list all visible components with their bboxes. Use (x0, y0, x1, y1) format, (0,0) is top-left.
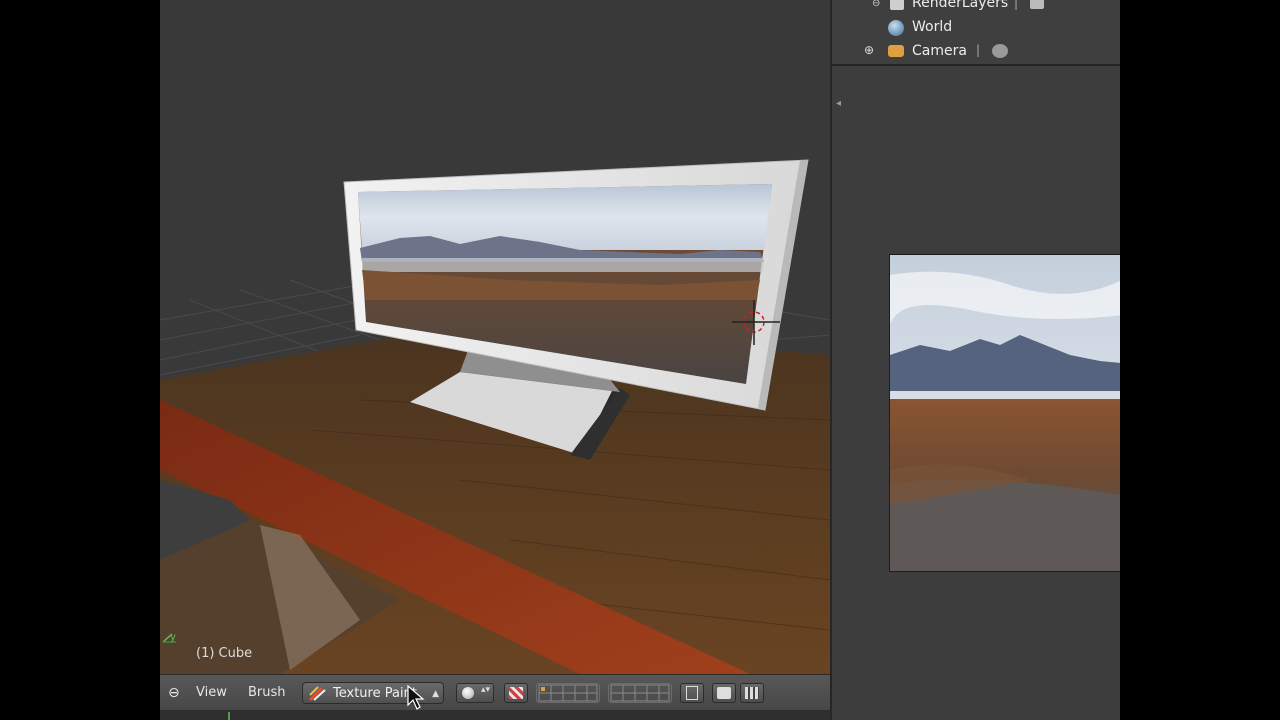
outliner-item-label: Camera (912, 43, 967, 59)
outliner-item-renderlayers[interactable]: ⊖ RenderLayers | (832, 0, 1120, 16)
view-menu[interactable]: View (196, 682, 227, 704)
mouse-cursor-icon (407, 685, 425, 710)
render-button[interactable] (712, 683, 736, 703)
texture-paint-icon (308, 686, 326, 702)
separator: | (1014, 0, 1019, 10)
render-animation-button[interactable] (740, 683, 764, 703)
paint-mask-button[interactable] (504, 683, 528, 703)
up-down-arrows-icon: ▲ (432, 689, 439, 699)
camera-data-icon[interactable] (992, 44, 1008, 58)
dropdown-arrows-icon: ▴▾ (481, 685, 491, 695)
brush-menu[interactable]: Brush (248, 682, 286, 704)
viewport-shading-dropdown[interactable]: ▴▾ (456, 683, 494, 703)
viewport-footer (160, 710, 830, 720)
collapse-menu-icon[interactable]: ⊖ (168, 682, 180, 704)
outliner-panel: ⊖ RenderLayers | World ⊕ Camera | (832, 0, 1120, 66)
outliner-item-label: RenderLayers (912, 0, 1009, 11)
layers-grid-icon (538, 684, 598, 702)
panel-toggle-icon[interactable]: ◂ (836, 98, 841, 109)
expand-plus-icon[interactable]: ⊕ (864, 43, 874, 57)
svg-text:y: y (170, 632, 176, 643)
lock-icon (686, 686, 698, 700)
render-layers-icon (890, 0, 904, 10)
blender-window: y (1) Cube ⊖ View Brush Texture Paint ▲ … (160, 0, 1120, 720)
outliner-item-camera[interactable]: ⊕ Camera | (832, 40, 1120, 64)
texture-mask-icon (509, 687, 523, 699)
outliner-item-label: World (912, 19, 953, 35)
layer-grid-2[interactable] (608, 683, 672, 703)
expand-icon[interactable]: ⊖ (872, 0, 880, 9)
viewport-scene: y (160, 159, 830, 674)
mode-selector-label: Texture Paint (333, 686, 417, 701)
lock-camera-button[interactable] (680, 683, 704, 703)
outliner-item-world[interactable]: World (832, 16, 1120, 40)
3d-viewport[interactable]: y (1) Cube (160, 0, 830, 674)
separator: | (976, 43, 981, 57)
solid-shading-icon (462, 687, 474, 699)
camera-render-icon (717, 687, 731, 699)
render-layer-toggle-icon[interactable] (1030, 0, 1044, 9)
texture-image-preview (889, 254, 1120, 572)
camera-icon (888, 45, 904, 57)
active-object-label: (1) Cube (196, 646, 253, 661)
image-editor-panel[interactable]: ◂ (832, 66, 1120, 720)
clapperboard-icon (745, 687, 759, 699)
layer-grid-1[interactable] (536, 683, 600, 703)
layers-grid-icon (610, 684, 670, 702)
world-icon (888, 20, 904, 36)
viewport-header: ⊖ View Brush Texture Paint ▲ ▴▾ (160, 674, 830, 711)
